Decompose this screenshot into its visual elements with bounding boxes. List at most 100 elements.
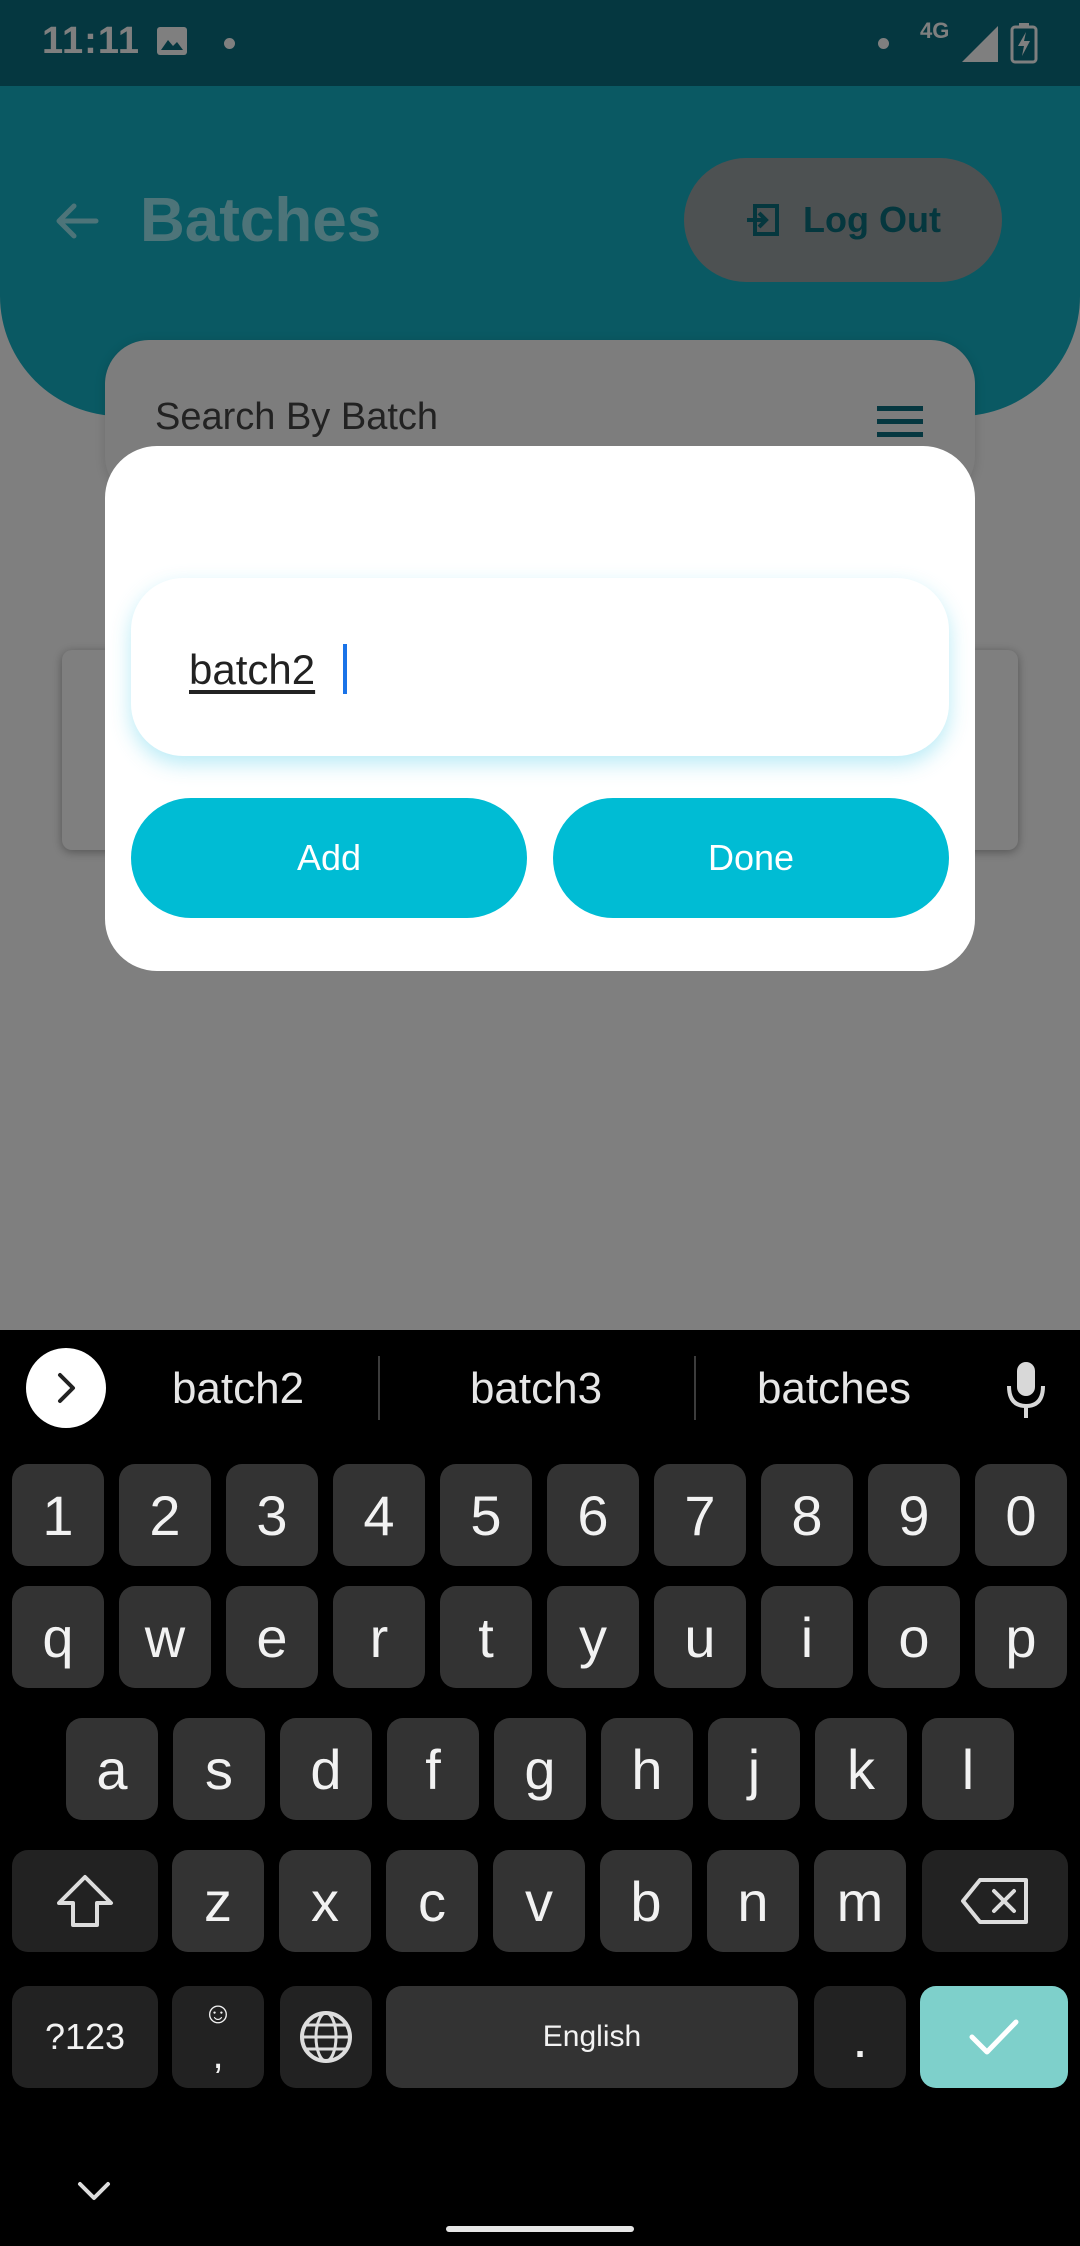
globe-icon	[300, 2011, 352, 2063]
key-y[interactable]: y	[547, 1586, 639, 1688]
text-cursor	[343, 644, 347, 694]
key-label: 0	[1005, 1483, 1037, 1547]
key-label: b	[630, 1869, 662, 1933]
key-label: h	[631, 1737, 663, 1801]
key-label: v	[525, 1869, 553, 1933]
shift-icon	[57, 1875, 113, 1927]
key-r[interactable]: r	[333, 1586, 425, 1688]
enter-key[interactable]	[920, 1986, 1068, 2088]
key-o[interactable]: o	[868, 1586, 960, 1688]
key-label: n	[737, 1869, 769, 1933]
key-label: 1	[42, 1483, 74, 1547]
navigation-bar	[0, 2150, 1080, 2246]
key-label: 8	[791, 1483, 823, 1547]
batches-screen: 11:11 4G Batches Log Out Search By Batch	[0, 0, 1080, 1330]
key-j[interactable]: j	[708, 1718, 800, 1820]
key-label: 6	[577, 1483, 609, 1547]
key-label: w	[144, 1605, 186, 1669]
microphone-icon[interactable]	[1004, 1360, 1048, 1420]
key-label: e	[256, 1605, 288, 1669]
key-1[interactable]: 1	[12, 1464, 104, 1566]
key-6[interactable]: 6	[547, 1464, 639, 1566]
key-label: l	[961, 1737, 975, 1801]
key-label: i	[800, 1605, 814, 1669]
key-7[interactable]: 7	[654, 1464, 746, 1566]
space-key[interactable]: English	[386, 1986, 798, 2088]
key-m[interactable]: m	[814, 1850, 906, 1952]
home-gesture-pill[interactable]	[446, 2226, 634, 2232]
key-0[interactable]: 0	[975, 1464, 1067, 1566]
batch-name-field[interactable]: batch2	[131, 578, 949, 756]
key-w[interactable]: w	[119, 1586, 211, 1688]
key-z[interactable]: z	[172, 1850, 264, 1952]
key-label: c	[418, 1869, 446, 1933]
key-9[interactable]: 9	[868, 1464, 960, 1566]
key-h[interactable]: h	[601, 1718, 693, 1820]
symbols-key[interactable]: ?123	[12, 1986, 158, 2088]
key-s[interactable]: s	[173, 1718, 265, 1820]
key-label: j	[747, 1737, 761, 1801]
key-label: g	[524, 1737, 556, 1801]
key-label: o	[898, 1605, 930, 1669]
space-key-label: English	[542, 2020, 642, 2053]
emoji-comma-key[interactable]: ☺ ,	[172, 1986, 264, 2088]
key-label: 3	[256, 1483, 288, 1547]
chevron-right-icon	[58, 1373, 75, 1403]
keyboard-hide-icon[interactable]	[76, 2180, 112, 2204]
key-8[interactable]: 8	[761, 1464, 853, 1566]
key-3[interactable]: 3	[226, 1464, 318, 1566]
key-p[interactable]: p	[975, 1586, 1067, 1688]
batch-name-input[interactable]: batch2	[189, 646, 315, 694]
period-key[interactable]: .	[814, 1986, 906, 2088]
key-4[interactable]: 4	[333, 1464, 425, 1566]
key-u[interactable]: u	[654, 1586, 746, 1688]
language-key[interactable]	[280, 1986, 372, 2088]
suggestion-3[interactable]: batches	[704, 1364, 964, 1414]
key-e[interactable]: e	[226, 1586, 318, 1688]
key-label: y	[579, 1605, 607, 1669]
done-button[interactable]: Done	[553, 798, 949, 918]
key-label: q	[42, 1605, 74, 1669]
suggestion-divider	[694, 1356, 696, 1420]
expand-toolbar-button[interactable]	[26, 1348, 106, 1428]
key-k[interactable]: k	[815, 1718, 907, 1820]
key-l[interactable]: l	[922, 1718, 1014, 1820]
suggestion-bar: batch2 batch3 batches	[0, 1330, 1080, 1446]
key-2[interactable]: 2	[119, 1464, 211, 1566]
suggestion-2[interactable]: batch3	[406, 1364, 666, 1414]
key-label: s	[205, 1737, 233, 1801]
key-label: 2	[149, 1483, 181, 1547]
checkmark-icon	[969, 2019, 1019, 2055]
key-x[interactable]: x	[279, 1850, 371, 1952]
backspace-key[interactable]	[922, 1850, 1068, 1952]
key-label: d	[310, 1737, 342, 1801]
key-n[interactable]: n	[707, 1850, 799, 1952]
key-5[interactable]: 5	[440, 1464, 532, 1566]
key-label: x	[311, 1869, 339, 1933]
key-label: f	[425, 1737, 441, 1801]
emoji-icon: ☺	[202, 1997, 234, 2030]
shift-key[interactable]	[12, 1850, 158, 1952]
key-b[interactable]: b	[600, 1850, 692, 1952]
key-i[interactable]: i	[761, 1586, 853, 1688]
key-t[interactable]: t	[440, 1586, 532, 1688]
key-g[interactable]: g	[494, 1718, 586, 1820]
key-label: r	[369, 1605, 389, 1669]
key-a[interactable]: a	[66, 1718, 158, 1820]
add-button-label: Add	[296, 837, 362, 878]
key-label: m	[836, 1869, 884, 1933]
key-c[interactable]: c	[386, 1850, 478, 1952]
add-button[interactable]: Add	[131, 798, 527, 918]
period-key-label: .	[852, 2005, 868, 2069]
soft-keyboard: batch2 batch3 batches 1 2 3 4 5 6 7 8 9 0 q w e r t y u i…	[0, 1330, 1080, 2246]
suggestion-1[interactable]: batch2	[108, 1364, 368, 1414]
suggestion-divider	[378, 1356, 380, 1420]
comma-label: ,	[212, 2033, 224, 2077]
key-q[interactable]: q	[12, 1586, 104, 1688]
key-v[interactable]: v	[493, 1850, 585, 1952]
symbols-key-label: ?123	[44, 2016, 126, 2057]
key-d[interactable]: d	[280, 1718, 372, 1820]
key-label: a	[96, 1737, 128, 1801]
key-label: p	[1005, 1605, 1037, 1669]
key-f[interactable]: f	[387, 1718, 479, 1820]
